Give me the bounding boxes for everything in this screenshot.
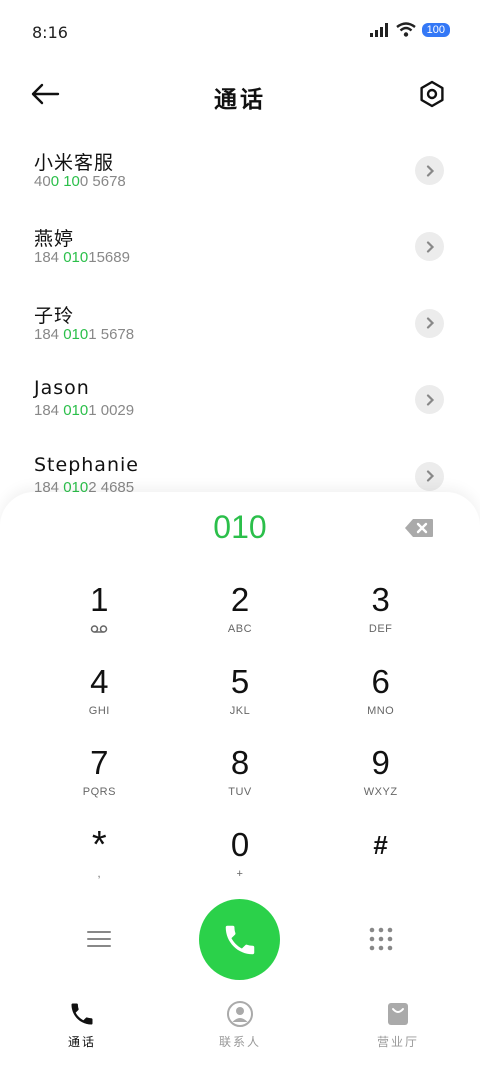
key-digit: 3	[371, 581, 390, 618]
tab-bar: 通话 联系人 营业厅	[0, 1000, 480, 1067]
keypad: 1 2 ABC 3 DEF 4 GHI 5 JKL 6 MNO 7 PQRS 8…	[29, 578, 451, 904]
bag-icon	[388, 1003, 408, 1025]
contact-number: 184 01015689	[34, 249, 130, 267]
list-item[interactable]: Jason 184 0101 0029	[0, 369, 480, 445]
backspace-button[interactable]	[404, 518, 434, 540]
key-digit: 4	[90, 662, 109, 700]
detail-button[interactable]	[415, 461, 444, 491]
key-digit: 2	[230, 581, 250, 618]
key-digit: 7	[90, 744, 109, 781]
status-bar: 8:16 100	[0, 0, 480, 64]
key-digit: 9	[371, 744, 390, 781]
contact-name: 子玲	[34, 304, 75, 327]
key-digit: 8	[230, 744, 250, 781]
tab-label: 联系人	[218, 1035, 261, 1049]
dialpad-icon	[369, 927, 393, 951]
key-digit: 6	[371, 662, 390, 700]
list-item[interactable]: 燕婷 184 01015689	[0, 216, 480, 292]
key-letters: TUV	[228, 786, 252, 798]
backspace-icon	[405, 519, 433, 537]
key-5[interactable]: 5 JKL	[170, 660, 311, 742]
key-4[interactable]: 4 GHI	[29, 660, 170, 742]
voicemail-icon	[91, 625, 108, 633]
status-icons: 100	[369, 22, 450, 37]
tab-label: 营业厅	[376, 1035, 419, 1049]
contact-number: 400 100 5678	[34, 173, 126, 190]
contact-number: 184 0101 0029	[34, 402, 135, 420]
dialer-actions	[0, 898, 480, 980]
detail-button[interactable]	[415, 385, 444, 415]
chevron-right-icon	[426, 164, 434, 177]
key-letters: +	[236, 867, 244, 880]
key-hash[interactable]: #	[310, 823, 451, 905]
signal-icon	[369, 22, 388, 37]
phone-icon	[225, 925, 254, 954]
phone-icon	[71, 1003, 93, 1025]
keypad-toggle-button[interactable]	[368, 926, 394, 952]
contact-icon	[227, 1001, 253, 1027]
key-digit: 0	[230, 825, 250, 863]
key-letters: WXYZ	[363, 786, 398, 798]
list-item[interactable]: 小米客服 400 100 5678	[0, 140, 480, 216]
key-2[interactable]: 2 ABC	[170, 578, 311, 660]
tab-label: 通话	[67, 1035, 96, 1049]
key-digit: 1	[90, 581, 109, 618]
key-0[interactable]: 0 +	[170, 823, 311, 905]
chevron-right-icon	[426, 241, 434, 253]
gear-icon	[420, 80, 444, 108]
settings-button[interactable]	[414, 76, 450, 112]
tab-service-hall[interactable]: 营业厅	[348, 1000, 448, 1050]
key-letters: PQRS	[82, 786, 116, 798]
key-7[interactable]: 7 PQRS	[29, 741, 170, 823]
chevron-right-icon	[426, 317, 434, 329]
menu-icon	[87, 931, 111, 947]
key-8[interactable]: 8 TUV	[170, 741, 311, 823]
contact-name: 燕婷	[34, 228, 75, 251]
wifi-icon	[395, 22, 416, 37]
key-letters: DEF	[368, 623, 393, 635]
detail-button[interactable]	[415, 308, 444, 338]
contact-number: 184 0101 5678	[34, 325, 135, 343]
chevron-right-icon	[426, 394, 434, 406]
page-title: 通话	[214, 87, 266, 113]
detail-button[interactable]	[415, 156, 444, 185]
key-6[interactable]: 6 MNO	[310, 660, 451, 742]
call-button[interactable]	[199, 899, 280, 980]
tab-calls[interactable]: 通话	[32, 1000, 132, 1050]
key-letters: MNO	[367, 704, 395, 717]
list-item[interactable]: 子玲 184 0101 5678	[0, 293, 480, 369]
key-1[interactable]: 1	[29, 578, 170, 660]
detail-button[interactable]	[415, 232, 444, 262]
contact-list: 小米客服 400 100 5678 燕婷 184 01015689 子玲 184…	[0, 140, 480, 522]
key-3[interactable]: 3 DEF	[310, 578, 451, 660]
key-9[interactable]: 9 WXYZ	[310, 741, 451, 823]
key-star[interactable]: * ,	[29, 823, 170, 905]
contact-name: Jason	[34, 377, 90, 400]
contact-name: 小米客服	[34, 152, 115, 174]
key-digit: 5	[230, 662, 250, 700]
key-digit: #	[373, 829, 388, 860]
key-letters: ABC	[227, 623, 253, 635]
header: 通话	[0, 70, 480, 118]
tab-contacts[interactable]: 联系人	[190, 1000, 290, 1050]
dialer-panel: 010 1 2 ABC 3 DEF 4 GHI 5 JKL 6 MNO 7 PQ…	[0, 492, 480, 1067]
key-letters: ,	[97, 867, 102, 880]
key-letters: JKL	[229, 704, 251, 717]
contact-name: Stephanie	[34, 453, 139, 476]
chevron-right-icon	[426, 470, 434, 482]
status-time: 8:16	[32, 23, 68, 42]
menu-button[interactable]	[86, 926, 112, 952]
key-digit: *	[91, 823, 107, 866]
key-letters: GHI	[88, 704, 110, 717]
battery-badge: 100	[421, 22, 450, 37]
